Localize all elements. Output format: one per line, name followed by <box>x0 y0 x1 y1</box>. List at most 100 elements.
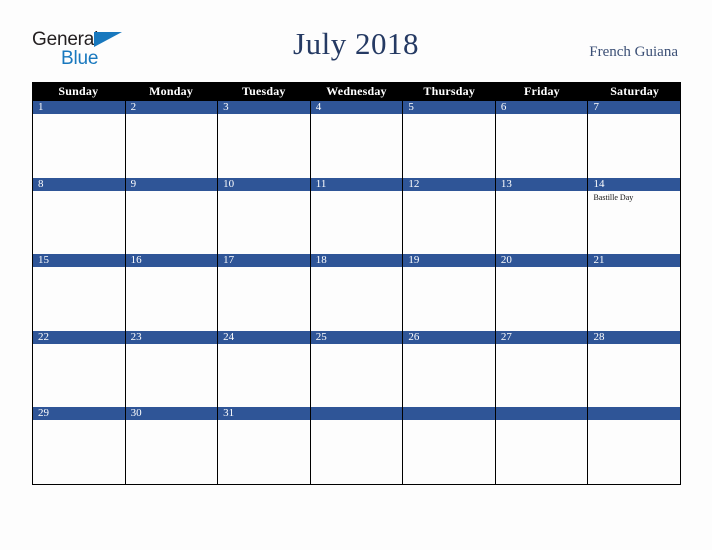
weekday-header-thursday: Thursday <box>423 84 476 98</box>
day-number: 31 <box>223 407 235 419</box>
day-cell[interactable]: 3 <box>218 101 311 178</box>
day-number-bar: 30 <box>125 407 218 420</box>
day-cell[interactable]: 2 <box>125 101 219 178</box>
day-number: 23 <box>130 330 142 343</box>
day-number: 13 <box>500 177 512 190</box>
day-cell[interactable] <box>495 407 589 484</box>
day-number-bar: 10 <box>218 177 310 191</box>
day-cell[interactable]: 17 <box>218 254 311 331</box>
weekday-header-saturday: Saturday <box>610 84 660 98</box>
day-cell[interactable]: 18 <box>310 254 404 331</box>
weekday-header-sunday: Sunday <box>58 84 99 98</box>
day-cell[interactable]: 29 <box>33 407 126 484</box>
day-cell[interactable]: 30 <box>125 407 219 484</box>
day-number: 18 <box>315 254 327 266</box>
day-cell[interactable]: 16 <box>125 254 219 331</box>
day-number-bar: 31 <box>218 407 310 420</box>
day-number: 25 <box>315 330 327 343</box>
day-cell[interactable]: 20 <box>495 254 589 331</box>
day-cell[interactable]: 12 <box>403 177 496 254</box>
day-cell[interactable]: 14 Bastille Day <box>588 177 681 254</box>
day-number: 19 <box>408 254 420 266</box>
day-number: 16 <box>130 254 142 266</box>
calendar-grid: 1 2 3 4 5 6 7 8 9 10 11 12 13 14 Bastille Day 15 16 17 18 1… <box>32 101 681 485</box>
day-cell[interactable]: 22 <box>33 330 126 407</box>
day-number-bar: 27 <box>495 330 588 344</box>
day-cell[interactable]: 31 <box>218 407 311 484</box>
day-number: 1 <box>38 101 44 113</box>
calendar-week-row: 22 23 24 25 26 27 28 <box>33 330 681 407</box>
weekday-header-tuesday: Tuesday <box>241 84 286 98</box>
day-number-bar: 22 <box>33 330 125 344</box>
day-number-bar: 1 <box>33 101 125 114</box>
day-number: 2 <box>130 101 137 113</box>
day-number-bar: 28 <box>588 330 681 344</box>
day-number: 24 <box>223 330 235 343</box>
day-number-bar: 2 <box>125 101 218 114</box>
day-number: 29 <box>38 407 49 419</box>
day-cell[interactable]: 9 <box>125 177 219 254</box>
day-number-bar: 20 <box>495 254 588 267</box>
event-label: Bastille Day <box>593 192 634 202</box>
day-number: 7 <box>593 101 599 113</box>
day-number-bar: 8 <box>33 177 125 191</box>
day-cell[interactable]: 26 <box>403 330 496 407</box>
day-number-bar: 4 <box>310 101 403 114</box>
day-cell[interactable]: 1 <box>33 101 126 178</box>
day-number: 8 <box>38 177 44 190</box>
calendar-week-row: 29 30 31 <box>33 407 681 484</box>
day-number-bar: 13 <box>495 177 588 191</box>
day-number-bar: 9 <box>125 177 218 191</box>
day-cell[interactable]: 24 <box>218 330 311 407</box>
day-number-bar: 17 <box>218 254 310 267</box>
day-cell[interactable] <box>588 407 681 484</box>
calendar-week-row: 8 9 10 11 12 13 14 Bastille Day <box>33 177 681 254</box>
day-cell[interactable]: 19 <box>403 254 496 331</box>
day-number: 12 <box>408 177 420 190</box>
day-number: 28 <box>593 330 605 343</box>
day-number-bar: 29 <box>33 407 125 420</box>
day-number-bar: 12 <box>403 177 495 191</box>
day-cell[interactable]: 7 <box>588 101 681 178</box>
day-number: 15 <box>38 254 49 266</box>
day-events: Bastille Day <box>588 191 680 203</box>
day-cell[interactable]: 8 <box>33 177 126 254</box>
day-number: 27 <box>500 330 512 343</box>
day-cell[interactable]: 6 <box>495 101 589 178</box>
day-cell[interactable]: 13 <box>495 177 589 254</box>
day-cell[interactable] <box>310 407 404 484</box>
day-cell[interactable]: 10 <box>218 177 311 254</box>
day-cell[interactable]: 15 <box>33 254 126 331</box>
day-number-bar <box>495 407 588 420</box>
day-cell[interactable]: 11 <box>310 177 404 254</box>
day-number-bar: 14 <box>588 177 681 191</box>
day-cell[interactable] <box>403 407 496 484</box>
day-number-bar: 5 <box>403 101 495 114</box>
day-number-bar <box>588 407 681 420</box>
calendar: Sunday Monday Tuesday Wednesday Thursday… <box>32 82 681 485</box>
weekday-header-row: Sunday Monday Tuesday Wednesday Thursday… <box>32 82 681 101</box>
day-cell[interactable]: 4 <box>310 101 404 178</box>
day-cell[interactable]: 5 <box>403 101 496 178</box>
calendar-page: General Blue July 2018 French Guiana Sun… <box>0 0 712 550</box>
day-number: 9 <box>130 177 137 190</box>
day-number: 11 <box>315 177 327 190</box>
day-number-bar: 15 <box>33 254 125 267</box>
day-number: 21 <box>593 254 605 266</box>
day-cell[interactable]: 27 <box>495 330 589 407</box>
weekday-header-monday: Monday <box>149 84 194 98</box>
day-number-bar: 6 <box>495 101 588 114</box>
day-cell[interactable]: 25 <box>310 330 404 407</box>
day-number-bar <box>403 407 495 420</box>
day-number: 5 <box>408 101 414 113</box>
day-number: 3 <box>223 101 229 113</box>
day-number-bar <box>310 407 403 420</box>
day-number: 4 <box>315 101 322 113</box>
day-number: 10 <box>223 177 235 190</box>
day-cell[interactable]: 23 <box>125 330 219 407</box>
day-cell[interactable]: 28 <box>588 330 681 407</box>
day-cell[interactable]: 21 <box>588 254 681 331</box>
day-number: 22 <box>38 330 49 343</box>
day-number-bar: 23 <box>125 330 218 344</box>
weekday-header-wednesday: Wednesday <box>326 84 387 98</box>
